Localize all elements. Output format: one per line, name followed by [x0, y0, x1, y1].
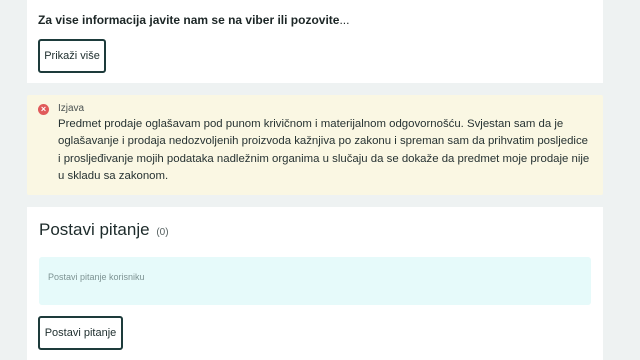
contact-note-ellipsis: ... [339, 13, 350, 27]
ask-question-card: Postavi pitanje (0) Postavi pitanje kori… [27, 207, 603, 360]
seller-contact-note: Za vise informacija javite nam se na vib… [38, 13, 349, 27]
error-circle-icon: × [38, 104, 49, 115]
declaration-body: Predmet prodaje oglašavam pod punom kriv… [58, 118, 590, 182]
question-input-placeholder: Postavi pitanje korisniku [48, 272, 145, 282]
declaration-title: Izjava [58, 103, 85, 114]
ask-question-heading: Postavi pitanje (0) [39, 220, 169, 240]
ask-question-title: Postavi pitanje [39, 220, 150, 239]
seller-declaration-notice: × Izjava Predmet prodaje oglašavam pod p… [27, 95, 603, 195]
question-input[interactable]: Postavi pitanje korisniku [39, 257, 591, 305]
ask-question-button[interactable]: Postavi pitanje [38, 316, 123, 350]
contact-note-text: Za vise informacija javite nam se na vib… [38, 13, 340, 27]
show-more-button[interactable]: Prikaži više [38, 39, 106, 73]
question-count: (0) [156, 227, 169, 238]
seller-info-card: Za vise informacija javite nam se na vib… [27, 0, 603, 83]
